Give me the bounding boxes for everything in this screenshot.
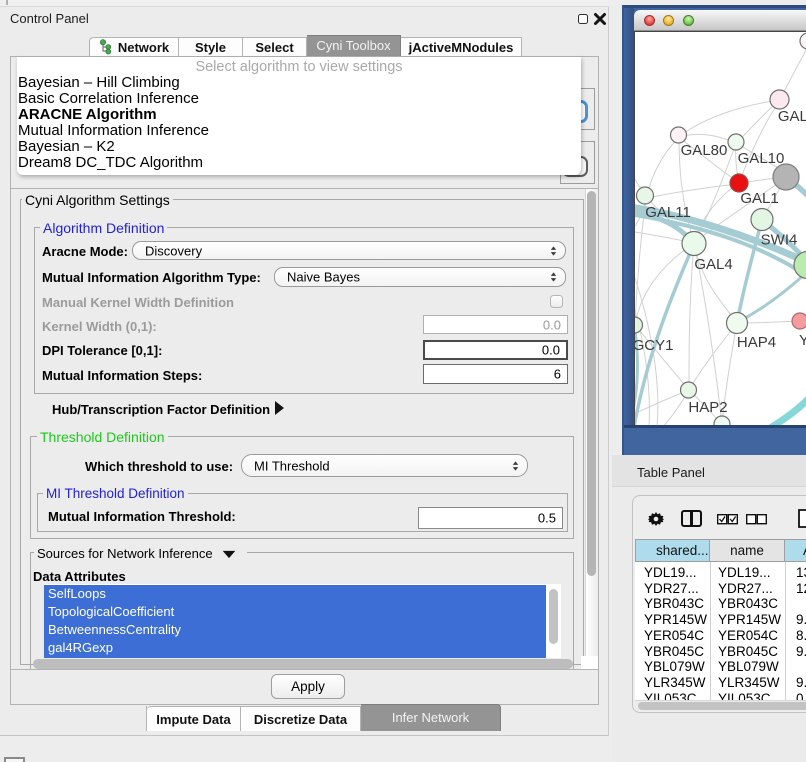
svg-text:GAL4: GAL4: [694, 256, 732, 273]
svg-text:GAL80: GAL80: [681, 142, 728, 159]
svg-text:GCY1: GCY1: [635, 337, 673, 354]
svg-text:SWI4: SWI4: [761, 232, 798, 249]
svg-text:GAL11: GAL11: [645, 204, 691, 221]
svg-text:GAL1: GAL1: [740, 190, 778, 207]
svg-text:GAL7: GAL7: [778, 108, 806, 125]
svg-text:GAL10: GAL10: [738, 150, 785, 167]
svg-text:HAP4: HAP4: [737, 334, 776, 351]
svg-text:Y: Y: [799, 332, 806, 349]
svg-text:HAP2: HAP2: [688, 399, 727, 416]
